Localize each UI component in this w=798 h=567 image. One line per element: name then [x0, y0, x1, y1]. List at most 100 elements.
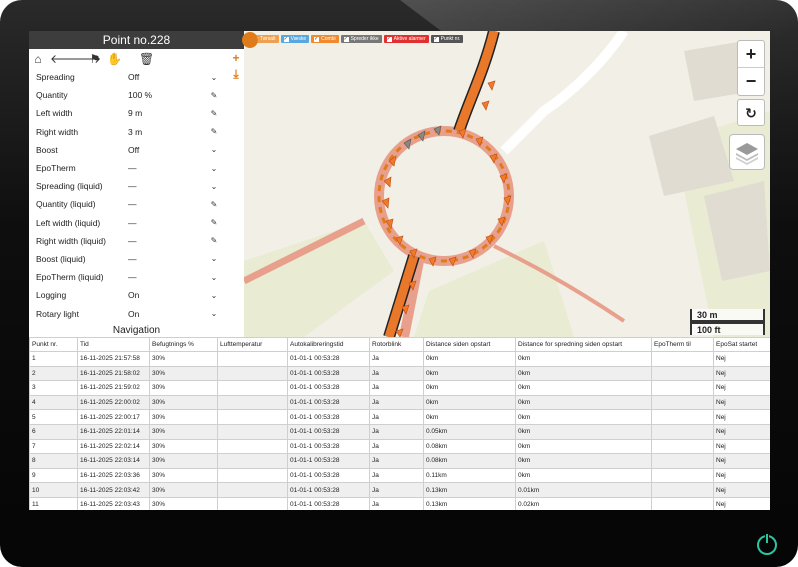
table-cell: Ja — [369, 423, 424, 440]
column-header[interactable]: Rotorblink — [369, 337, 424, 352]
map-scale: 30 m 100 ft — [690, 309, 765, 335]
table-cell: 0km — [423, 380, 516, 396]
column-header[interactable]: Autokalibreringstid — [287, 337, 370, 352]
table-row[interactable]: 5 16-11-2025 22:00:17 30% 01-01-1 00:53:28 J… — [29, 409, 770, 425]
prop-row-spreading[interactable]: Spreading Off ⌄ — [29, 68, 244, 86]
legend-chip-spreder-ikke[interactable]: Spreder ikke — [340, 35, 382, 43]
legend-chip-punkt-nr[interactable]: Punkt nr. — [430, 35, 464, 43]
table-cell: Ja — [369, 496, 424, 510]
table-row[interactable]: 1 16-11-2025 21:57:58 30% 01-01-1 00:53:28 J… — [29, 351, 770, 367]
column-header[interactable]: Punkt nr. — [29, 337, 78, 352]
pencil-icon[interactable]: ✎ — [208, 218, 220, 227]
points-table: Punkt nr. Tid Befugtnings % Lufttemperatur A… — [29, 337, 770, 510]
prop-row-boost-liquid[interactable]: Boost (liquid) — ⌄ — [29, 250, 244, 268]
pencil-icon[interactable]: ✎ — [208, 127, 220, 136]
table-row[interactable]: 3 16-11-2025 21:59:02 30% 01-01-1 00:53:28 J… — [29, 380, 770, 396]
chevron-down-icon[interactable]: ⌄ — [208, 73, 220, 82]
column-header[interactable]: Distance siden opstart — [423, 337, 516, 352]
table-cell: 16-11-2025 22:02:14 — [77, 438, 150, 455]
power-icon[interactable] — [757, 533, 777, 555]
table-cell: 0km — [515, 423, 652, 440]
points-table-container[interactable]: Punkt nr. Tid Befugtnings % Lufttemperatur A… — [29, 337, 770, 510]
map-view[interactable]: Tørsalt Væske Combi Spreder ikke Aktive … — [244, 31, 770, 337]
trash-icon[interactable]: 🗑 — [139, 52, 154, 66]
pencil-icon[interactable]: ✎ — [208, 91, 220, 100]
prop-row-epotherm[interactable]: EpoTherm — ⌄ — [29, 159, 244, 177]
table-cell: 0.05km — [423, 423, 516, 440]
table-row[interactable]: 10 16-11-2025 22:03:42 30% 01-01-1 00:53:28… — [29, 482, 770, 498]
prop-row-rotary-light[interactable]: Rotary light On ⌄ — [29, 304, 244, 322]
zoom-in-button[interactable]: + — [738, 41, 764, 68]
table-row[interactable]: 2 16-11-2025 21:58:02 30% 01-01-1 00:53:28 J… — [29, 365, 770, 382]
home-icon[interactable]: ⌂ — [31, 52, 45, 66]
refresh-button[interactable]: ↻ — [737, 99, 765, 126]
add-icon[interactable]: + — [229, 51, 243, 67]
table-cell: 01-01-1 00:53:28 — [287, 365, 370, 382]
table-cell: Ja — [369, 453, 424, 469]
chevron-down-icon[interactable]: ⌄ — [208, 273, 220, 282]
zoom-out-button[interactable]: − — [738, 68, 764, 95]
prop-row-right-width-liquid[interactable]: Right width (liquid) — ✎ — [29, 232, 244, 250]
table-cell — [217, 351, 288, 367]
table-cell: 16-11-2025 21:59:02 — [77, 380, 150, 396]
table-cell: 0km — [515, 351, 652, 367]
prop-row-left-width[interactable]: Left width 9 m ✎ — [29, 104, 244, 122]
prop-value: On — [128, 290, 140, 301]
table-cell: 9 — [29, 467, 78, 484]
column-header[interactable]: Befugtnings % — [149, 337, 218, 352]
flag-icon[interactable]: ⚑ — [88, 52, 102, 66]
layers-button[interactable] — [729, 134, 765, 170]
table-row[interactable]: 7 16-11-2025 22:02:14 30% 01-01-1 00:53:28 J… — [29, 438, 770, 455]
legend-chip-aktive-alarmer[interactable]: Aktive alarmer — [383, 35, 429, 43]
table-cell: 0km — [515, 394, 652, 411]
table-cell: Ja — [369, 380, 424, 396]
prop-row-epotherm-liquid[interactable]: EpoTherm (liquid) — ⌄ — [29, 268, 244, 286]
column-header[interactable]: EpoSat startet — [713, 337, 770, 352]
table-cell — [217, 394, 288, 411]
panel-header: Point no.228 — [29, 31, 258, 49]
column-header[interactable]: Tid — [77, 337, 150, 352]
prop-row-quantity[interactable]: Quantity 100 % ✎ — [29, 86, 244, 104]
chevron-down-icon[interactable]: ⌄ — [208, 145, 220, 154]
table-row[interactable]: 4 16-11-2025 22:00:02 30% 01-01-1 00:53:28 J… — [29, 394, 770, 411]
prop-value: — — [128, 253, 137, 264]
chevron-down-icon[interactable]: ⌄ — [208, 254, 220, 263]
hand-icon[interactable]: ✋ — [107, 52, 122, 66]
table-cell: 16-11-2025 22:01:14 — [77, 423, 150, 440]
column-header[interactable]: EpoTherm til — [651, 337, 714, 352]
prop-row-logging[interactable]: Logging On ⌄ — [29, 286, 244, 304]
table-cell — [651, 453, 714, 469]
prop-row-left-width-liquid[interactable]: Left width (liquid) — ✎ — [29, 214, 244, 232]
table-row[interactable]: 9 16-11-2025 22:03:36 30% 01-01-1 00:53:28 J… — [29, 467, 770, 484]
table-cell: 0km — [515, 380, 652, 396]
chevron-down-icon[interactable]: ⌄ — [208, 182, 220, 191]
legend-chip-vaeske[interactable]: Væske — [280, 35, 310, 43]
pencil-icon[interactable]: ✎ — [208, 236, 220, 245]
table-row[interactable]: 11 16-11-2025 22:03:43 30% 01-01-1 00:53:28… — [29, 496, 770, 510]
table-cell: 6 — [29, 423, 78, 440]
arrow-right-icon[interactable]: 🡒 — [69, 51, 101, 66]
prop-value: 3 m — [128, 126, 143, 137]
prop-row-boost[interactable]: Boost Off ⌄ — [29, 141, 244, 159]
prop-row-spreading-liquid[interactable]: Spreading (liquid) — ⌄ — [29, 177, 244, 195]
table-row[interactable]: 6 16-11-2025 22:01:14 30% 01-01-1 00:53:28 J… — [29, 423, 770, 440]
gps-icon[interactable] — [242, 32, 258, 48]
table-cell: Ja — [369, 467, 424, 484]
chevron-down-icon[interactable]: ⌄ — [208, 291, 220, 300]
pencil-icon[interactable]: ✎ — [208, 109, 220, 118]
legend-chip-combi[interactable]: Combi — [311, 35, 339, 43]
table-row[interactable]: 8 16-11-2025 22:03:14 30% 01-01-1 00:53:28 J… — [29, 453, 770, 469]
column-header[interactable]: Distance for spredning siden opstart — [515, 337, 652, 352]
chevron-down-icon[interactable]: ⌄ — [208, 164, 220, 173]
table-cell: 4 — [29, 394, 78, 411]
prop-row-right-width[interactable]: Right width 3 m ✎ — [29, 123, 244, 141]
prop-row-quantity-liquid[interactable]: Quantity (liquid) — ✎ — [29, 195, 244, 213]
chevron-down-icon[interactable]: ⌄ — [208, 309, 220, 318]
table-cell: Nej — [713, 365, 770, 382]
arrow-left-icon[interactable]: 🡐 — [50, 51, 82, 66]
table-cell: Ja — [369, 351, 424, 367]
prop-label: Boost — [36, 144, 58, 155]
column-header[interactable]: Lufttemperatur — [217, 337, 288, 352]
pencil-icon[interactable]: ✎ — [208, 200, 220, 209]
table-cell — [217, 482, 288, 498]
